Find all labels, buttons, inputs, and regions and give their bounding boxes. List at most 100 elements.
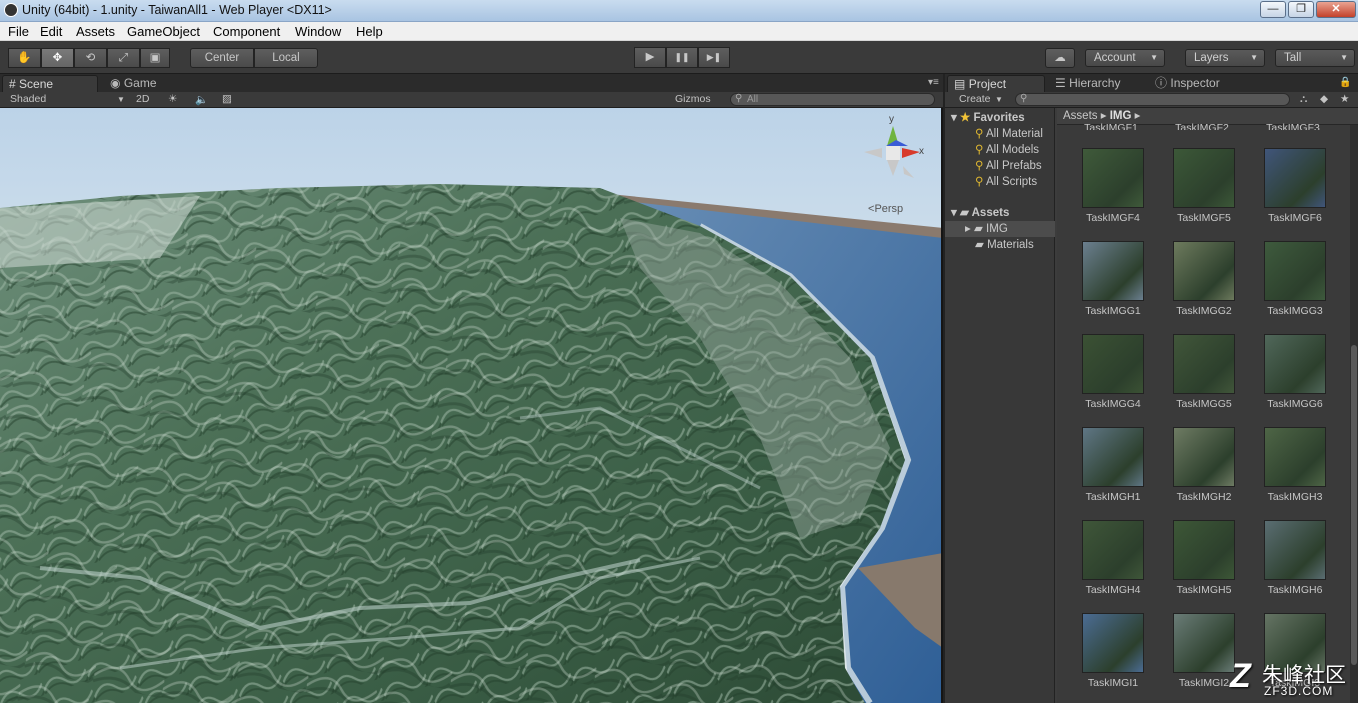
move-tool-button[interactable]: ✥: [41, 48, 74, 68]
folder-icon: ▰: [959, 207, 969, 219]
scale-tool-button[interactable]: ⤢: [107, 48, 140, 68]
favorite-item[interactable]: ⚲ All Scripts: [945, 174, 1055, 190]
project-icon: ▤: [954, 77, 966, 91]
menu-help[interactable]: Help: [356, 24, 383, 39]
menu-gameobject[interactable]: GameObject: [127, 24, 200, 39]
projection-label[interactable]: <Persp: [868, 203, 903, 215]
favorites-header[interactable]: ▾ ★ Favorites: [945, 110, 1055, 126]
favorite-label: All Models: [986, 144, 1040, 156]
filter-type-icon[interactable]: ⛬: [1300, 93, 1307, 106]
tab-inspector[interactable]: ⓘ Inspector: [1149, 75, 1269, 92]
asset-thumbnail[interactable]: [1082, 148, 1144, 208]
minimize-button[interactable]: —: [1260, 1, 1286, 18]
folder-icon: ▰: [973, 223, 983, 235]
filter-label-icon[interactable]: ◆: [1320, 93, 1328, 105]
asset-thumbnail[interactable]: [1264, 148, 1326, 208]
step-button[interactable]: ▶❚: [698, 47, 730, 68]
audio-toggle-icon[interactable]: 🔈: [195, 93, 208, 106]
favorite-item[interactable]: ⚲ All Material: [945, 126, 1055, 142]
scrollbar-thumb[interactable]: [1351, 345, 1357, 665]
play-button[interactable]: ▶: [634, 47, 666, 68]
cloud-services-button[interactable]: ☁: [1045, 48, 1075, 68]
layout-dropdown[interactable]: Tall ▼: [1275, 49, 1355, 67]
menu-edit[interactable]: Edit: [40, 24, 62, 39]
project-search-input[interactable]: [1015, 93, 1290, 106]
menu-bar: File Edit Assets GameObject Component Wi…: [0, 22, 1358, 41]
menu-file[interactable]: File: [8, 24, 29, 39]
pivot-center-toggle[interactable]: Center: [190, 48, 254, 68]
asset-thumbnail[interactable]: [1264, 520, 1326, 580]
asset-thumbnail[interactable]: [1082, 241, 1144, 301]
asset-thumbnail[interactable]: [1264, 334, 1326, 394]
rect-tool-button[interactable]: ▣: [140, 48, 170, 68]
favorite-item[interactable]: ⚲ All Models: [945, 142, 1055, 158]
asset-thumbnail[interactable]: [1173, 520, 1235, 580]
star-icon: ★: [959, 112, 971, 124]
folder-label: Materials: [987, 239, 1034, 251]
asset-grid: Assets ▸ IMG ▸ TaskIMGF1 TaskIMGF2 TaskI…: [1057, 108, 1358, 703]
tab-project[interactable]: ▤ Project: [947, 75, 1045, 92]
asset-thumbnail[interactable]: [1082, 334, 1144, 394]
folder-img[interactable]: ▸ ▰ IMG: [945, 221, 1055, 237]
account-dropdown[interactable]: Account ▼: [1085, 49, 1165, 67]
favorite-item[interactable]: ⚲ All Prefabs: [945, 158, 1055, 174]
rotate-tool-button[interactable]: ⟲: [74, 48, 107, 68]
right-tab-row: ▤ Project ☰ Hierarchy ⓘ Inspector 🔒: [945, 74, 1358, 92]
hand-tool-button[interactable]: ✋: [8, 48, 41, 68]
main-toolbar: ✋ ✥ ⟲ ⤢ ▣ Center Local ▶ ❚❚ ▶❚ ☁ Account…: [0, 41, 1358, 74]
pivot-local-toggle[interactable]: Local: [254, 48, 318, 68]
expand-arrow-icon: ▸: [965, 223, 971, 235]
assets-header[interactable]: ▾ ▰ Assets: [945, 205, 1055, 221]
asset-label: TaskIMGH2: [1176, 491, 1232, 503]
layers-dropdown[interactable]: Layers ▼: [1185, 49, 1265, 67]
create-dropdown[interactable]: Create: [959, 93, 991, 105]
folder-materials[interactable]: ▰ Materials: [945, 237, 1055, 253]
favorite-star-icon[interactable]: ★: [1340, 93, 1349, 105]
menu-assets[interactable]: Assets: [76, 24, 115, 39]
tab-scene[interactable]: # Scene: [2, 75, 98, 92]
breadcrumb-current[interactable]: IMG: [1110, 110, 1132, 122]
panel-menu-icon[interactable]: ▾≡: [922, 75, 942, 92]
tab-hierarchy-label: Hierarchy: [1069, 76, 1121, 90]
gizmo-y-label: y: [889, 114, 894, 125]
effects-toggle-icon[interactable]: ▨: [222, 93, 232, 105]
rotate-icon: ⟲: [85, 52, 96, 64]
menu-window[interactable]: Window: [295, 24, 341, 39]
asset-thumbnail[interactable]: [1173, 427, 1235, 487]
pause-button[interactable]: ❚❚: [666, 47, 698, 68]
asset-thumbnail[interactable]: [1264, 241, 1326, 301]
unity-logo-icon: [4, 3, 18, 17]
asset-label: TaskIMGG5: [1176, 398, 1232, 410]
folder-icon: ▰: [975, 239, 984, 251]
close-button[interactable]: ✕: [1316, 1, 1356, 18]
gizmos-dropdown[interactable]: Gizmos: [675, 93, 711, 105]
scene-search-input[interactable]: All: [730, 93, 935, 106]
asset-thumbnail[interactable]: [1082, 613, 1144, 673]
shading-mode-dropdown[interactable]: Shaded: [10, 93, 46, 105]
asset-thumbnail[interactable]: [1173, 241, 1235, 301]
expand-arrow-icon: ▾: [951, 207, 957, 219]
scene-control-bar: Shaded ▼ 2D ☀ 🔈 ▨ Gizmos All: [0, 92, 943, 108]
tab-game[interactable]: ◉ Game: [104, 75, 194, 92]
project-control-bar: Create ▼ ⛬ ◆ ★: [945, 92, 1358, 108]
step-icon: ▶❚: [706, 52, 722, 62]
breadcrumb-root[interactable]: Assets: [1063, 110, 1098, 122]
tab-game-label: Game: [123, 76, 157, 90]
asset-thumbnail[interactable]: [1173, 148, 1235, 208]
2d-toggle[interactable]: 2D: [136, 93, 149, 105]
grid-scrollbar[interactable]: [1350, 125, 1358, 703]
asset-thumbnail[interactable]: [1082, 427, 1144, 487]
asset-thumbnail[interactable]: [1082, 520, 1144, 580]
maximize-button[interactable]: ❐: [1288, 1, 1314, 18]
menu-component[interactable]: Component: [213, 24, 280, 39]
space-label: Local: [272, 52, 300, 64]
project-folder-tree: ▾ ★ Favorites ⚲ All Material ⚲ All Model…: [945, 108, 1055, 703]
unity-editor-window: Unity (64bit) - 1.unity - TaiwanAll1 - W…: [0, 0, 1358, 703]
lighting-toggle-icon[interactable]: ☀: [168, 93, 177, 105]
folder-label: IMG: [986, 223, 1008, 235]
scene-viewport[interactable]: y x <Persp: [0, 108, 943, 703]
tab-hierarchy[interactable]: ☰ Hierarchy: [1049, 75, 1147, 92]
lock-icon[interactable]: 🔒: [1333, 75, 1355, 92]
asset-thumbnail[interactable]: [1264, 427, 1326, 487]
asset-thumbnail[interactable]: [1173, 334, 1235, 394]
